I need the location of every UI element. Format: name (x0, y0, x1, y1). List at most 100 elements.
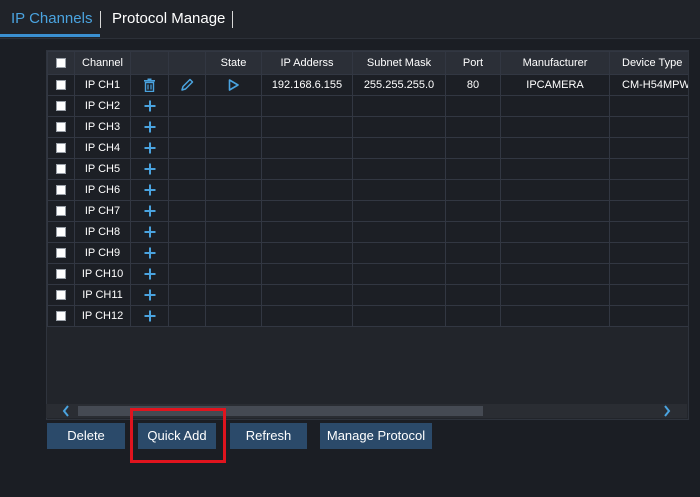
channel-cell: IP CH10 (74, 263, 131, 285)
plus-icon[interactable] (144, 163, 156, 175)
channel-cell: IP CH9 (74, 242, 131, 264)
play-icon[interactable] (228, 79, 239, 91)
subnet-mask-cell (352, 179, 446, 201)
plus-icon[interactable] (144, 142, 156, 154)
tab-bar: IP Channels Protocol Manage (0, 0, 700, 39)
add-cell (130, 179, 169, 201)
manufacturer-cell (500, 263, 610, 285)
plus-icon[interactable] (144, 100, 156, 112)
device-type-cell (609, 263, 688, 285)
edit-cell (168, 221, 206, 243)
plus-icon[interactable] (144, 226, 156, 238)
subnet-mask-cell (352, 221, 446, 243)
row-checkbox[interactable] (56, 227, 66, 238)
plus-icon[interactable] (144, 184, 156, 196)
row-checkbox-cell (47, 200, 75, 222)
row-checkbox[interactable] (56, 80, 66, 91)
manufacturer-cell (500, 305, 610, 327)
row-checkbox[interactable] (56, 311, 66, 322)
add-cell (130, 305, 169, 327)
channel-cell: IP CH11 (74, 284, 131, 306)
device-type-header: Device Type (609, 51, 688, 75)
state-cell (205, 200, 262, 222)
table-row[interactable]: IP CH4 (47, 137, 688, 159)
row-checkbox[interactable] (56, 206, 66, 217)
table-row[interactable]: IP CH1 192.168.6.155 255.255.255.0 80 IPCAME… (47, 74, 688, 96)
table-row[interactable]: IP CH8 (47, 221, 688, 243)
tab-ip-channels[interactable]: IP Channels (11, 10, 92, 27)
row-checkbox-cell (47, 305, 75, 327)
row-checkbox-cell (47, 179, 75, 201)
row-checkbox[interactable] (56, 248, 66, 259)
edit-cell (168, 179, 206, 201)
table-row[interactable]: IP CH5 (47, 158, 688, 180)
edit-cell (168, 263, 206, 285)
subnet-mask-cell (352, 305, 446, 327)
device-type-cell: CM-H54MPW (609, 74, 688, 96)
delete-header (130, 51, 169, 75)
table-row[interactable]: IP CH3 (47, 116, 688, 138)
row-checkbox[interactable] (56, 290, 66, 301)
port-cell (445, 263, 501, 285)
table-row[interactable]: IP CH11 (47, 284, 688, 306)
row-checkbox-cell (47, 116, 75, 138)
subnet-mask-cell (352, 263, 446, 285)
delete-button[interactable]: Delete (47, 423, 125, 449)
subnet-mask-cell (352, 284, 446, 306)
edit-cell (168, 74, 206, 96)
row-checkbox-cell (47, 221, 75, 243)
table-row[interactable]: IP CH6 (47, 179, 688, 201)
edit-cell (168, 158, 206, 180)
row-checkbox[interactable] (56, 122, 66, 133)
plus-icon[interactable] (144, 310, 156, 322)
plus-icon[interactable] (144, 205, 156, 217)
row-checkbox-cell (47, 158, 75, 180)
table-row[interactable]: IP CH9 (47, 242, 688, 264)
device-type-cell (609, 95, 688, 117)
manufacturer-cell (500, 158, 610, 180)
row-checkbox-cell (47, 95, 75, 117)
device-type-cell (609, 158, 688, 180)
table-row[interactable]: IP CH7 (47, 200, 688, 222)
channel-header: Channel (74, 51, 131, 75)
table-row[interactable]: IP CH2 (47, 95, 688, 117)
tab-protocol-manage[interactable]: Protocol Manage (112, 10, 225, 27)
row-checkbox[interactable] (56, 101, 66, 112)
row-checkbox[interactable] (56, 143, 66, 154)
state-cell (205, 158, 262, 180)
refresh-button[interactable]: Refresh (230, 423, 307, 449)
plus-icon[interactable] (144, 289, 156, 301)
select-all-checkbox[interactable] (56, 58, 66, 69)
plus-icon[interactable] (144, 268, 156, 280)
row-checkbox-cell (47, 74, 75, 96)
device-type-cell (609, 242, 688, 264)
active-tab-indicator (0, 34, 100, 37)
channel-cell: IP CH6 (74, 179, 131, 201)
port-cell (445, 95, 501, 117)
pencil-icon[interactable] (180, 78, 194, 92)
row-checkbox[interactable] (56, 185, 66, 196)
ip-address-cell (261, 242, 353, 264)
add-cell (130, 116, 169, 138)
port-cell (445, 221, 501, 243)
manage-protocol-button[interactable]: Manage Protocol (320, 423, 432, 449)
row-checkbox[interactable] (56, 269, 66, 280)
edit-cell (168, 95, 206, 117)
edit-cell (168, 284, 206, 306)
table-row[interactable]: IP CH10 (47, 263, 688, 285)
port-cell (445, 305, 501, 327)
select-all-header (47, 51, 75, 75)
tab-separator (100, 11, 101, 28)
row-checkbox[interactable] (56, 164, 66, 175)
ip-address-header: IP Adderss (261, 51, 353, 75)
trash-icon[interactable] (143, 78, 156, 92)
plus-icon[interactable] (144, 247, 156, 259)
ip-address-cell (261, 221, 353, 243)
plus-icon[interactable] (144, 121, 156, 133)
chevron-left-icon[interactable] (62, 405, 70, 417)
state-cell (205, 242, 262, 264)
subnet-mask-cell (352, 158, 446, 180)
state-cell (205, 137, 262, 159)
table-row[interactable]: IP CH12 (47, 305, 688, 327)
chevron-right-icon[interactable] (663, 405, 671, 417)
